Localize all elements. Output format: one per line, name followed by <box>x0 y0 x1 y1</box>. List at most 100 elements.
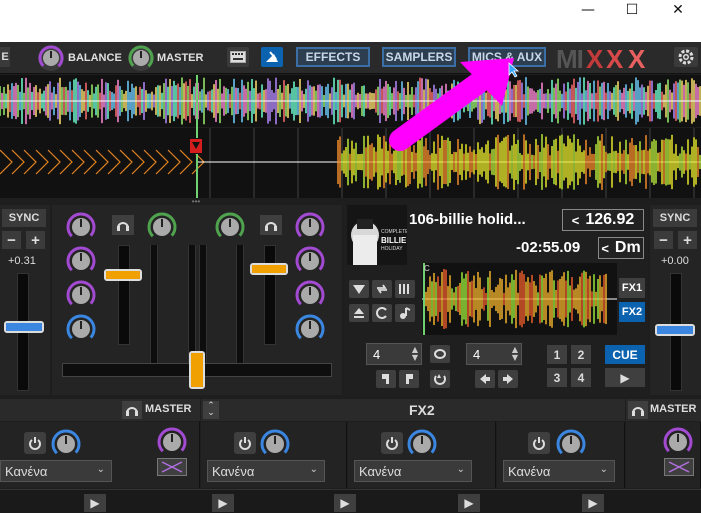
fx2-expand-icon[interactable]: ⌃ ⌄ <box>203 401 219 419</box>
fx2-slot2-power-icon[interactable] <box>381 432 403 454</box>
chevron-down-icon-3[interactable]: ⌄ <box>457 464 465 475</box>
repeat-icon[interactable] <box>372 280 392 298</box>
left-eq-high-knob[interactable] <box>65 245 97 277</box>
fx3-mix-knob[interactable] <box>662 426 694 458</box>
loop-out-icon[interactable] <box>399 370 419 388</box>
keyboard-icon[interactable] <box>227 47 249 67</box>
right-rate-up-button[interactable]: + <box>678 231 697 249</box>
left-volume-handle[interactable] <box>104 269 142 281</box>
sampler-play-button-2[interactable]: ▶ <box>212 494 234 512</box>
left-gain-knob[interactable] <box>65 211 97 243</box>
right-headphone-icon[interactable] <box>260 215 282 235</box>
master-knob[interactable] <box>128 45 154 71</box>
beatloop-size-spinbox[interactable]: 4 ▲ ▼ <box>366 343 422 365</box>
minimize-button[interactable]: — <box>565 0 611 20</box>
master-vu-meter-r <box>199 245 207 363</box>
bpm-display[interactable]: < 126.92 <box>562 209 644 231</box>
right-eq-low-knob[interactable] <box>294 313 326 345</box>
crossfader-handle[interactable] <box>189 351 205 389</box>
right-gain-knob[interactable] <box>294 211 326 243</box>
left-volume-track[interactable] <box>118 245 130 345</box>
key-display[interactable]: < Dm <box>598 237 644 259</box>
close-button[interactable]: ✕ <box>655 0 701 20</box>
left-rate-down-button[interactable]: − <box>2 231 21 249</box>
fx1-meta-knob[interactable] <box>50 428 82 460</box>
fx1-button[interactable]: FX1 <box>619 278 645 298</box>
left-headphone-icon[interactable] <box>112 215 134 235</box>
cue-marker[interactable] <box>189 138 203 154</box>
right-eq-mid-knob[interactable] <box>294 279 326 311</box>
fx2-slot3-power-icon[interactable] <box>528 432 550 454</box>
chevron-down-icon[interactable]: ⌄ <box>97 464 105 475</box>
master-balance-knob[interactable] <box>214 211 246 243</box>
left-rate-up-button[interactable]: + <box>26 231 45 249</box>
overview-waveform[interactable] <box>0 75 701 127</box>
beatjump-back-icon[interactable] <box>475 370 495 388</box>
fx1-master-label[interactable]: MASTER <box>145 403 191 415</box>
right-volume-track[interactable] <box>264 245 276 345</box>
fx1-mix-mode-icon[interactable] <box>157 458 187 476</box>
hotcue-1-button[interactable]: 1 <box>547 345 567 364</box>
fx2-slot1-effect-select[interactable]: Κανένα ⌄ <box>207 460 325 482</box>
bpm-tap-arrow[interactable]: < <box>572 213 580 228</box>
deck-waveform-overview[interactable]: C <box>422 263 617 335</box>
quantize-icon[interactable] <box>349 280 369 298</box>
loop-icon[interactable] <box>430 345 450 363</box>
fx3-mix-mode-icon[interactable] <box>664 458 694 476</box>
spin-arrows-icon-2[interactable]: ▲ ▼ <box>512 346 518 362</box>
fx1-power-icon[interactable] <box>24 432 46 454</box>
sampler-play-button-4[interactable]: ▶ <box>458 494 480 512</box>
hotcue-4-button[interactable]: 4 <box>571 368 591 387</box>
fx2-slot3-meta-knob[interactable] <box>555 428 587 460</box>
beatjump-size-spinbox[interactable]: 4 ▲ ▼ <box>466 343 522 365</box>
hotcue-2-button[interactable]: 2 <box>571 345 591 364</box>
toolbar-left-button[interactable]: E <box>0 47 10 67</box>
fx1-mix-knob[interactable] <box>156 426 188 458</box>
intro-waveform-segment <box>107 149 121 175</box>
spin-arrows-icon[interactable]: ▲ ▼ <box>412 346 418 362</box>
fx2-slot2-meta-knob[interactable] <box>406 428 438 460</box>
main-waveform[interactable] <box>0 128 701 198</box>
beatjump-forward-icon[interactable] <box>498 370 518 388</box>
master-gain-knob[interactable] <box>146 211 178 243</box>
left-pitch-slider-handle[interactable] <box>4 321 44 333</box>
effects-button[interactable]: EFFECTS <box>296 47 370 67</box>
fx2-slot3-effect-select[interactable]: Κανένα ⌄ <box>503 460 615 482</box>
fx1-headphone-icon[interactable] <box>122 401 142 419</box>
loop-in-icon[interactable] <box>376 370 396 388</box>
right-sync-button[interactable]: SYNC <box>653 209 697 227</box>
cue-button[interactable]: CUE <box>605 345 645 364</box>
eject-icon[interactable] <box>349 304 369 322</box>
fx3-master-label[interactable]: MASTER <box>650 403 696 415</box>
left-sync-button[interactable]: SYNC <box>2 209 46 227</box>
left-eq-low-knob[interactable] <box>65 313 97 345</box>
fx2-button[interactable]: FX2 <box>619 302 645 322</box>
right-eq-high-knob[interactable] <box>294 245 326 277</box>
key-arrow[interactable]: < <box>601 241 609 256</box>
maximize-button[interactable]: ☐ <box>609 0 655 20</box>
sampler-play-button-5[interactable]: ▶ <box>582 494 604 512</box>
album-cover[interactable]: COMPLETE BILLIE HOLIDAY <box>347 205 407 265</box>
fx2-slot2-effect-select[interactable]: Κανένα ⌄ <box>354 460 472 482</box>
fx3-headphone-icon[interactable] <box>628 401 648 419</box>
slip-mode-icon[interactable] <box>372 304 392 322</box>
sampler-play-button-1[interactable]: ▶ <box>84 494 106 512</box>
fx1-effect-select[interactable]: Κανένα ⌄ <box>0 460 112 482</box>
fx2-slot1-meta-knob[interactable] <box>259 428 291 460</box>
reloop-icon[interactable] <box>430 370 450 388</box>
left-eq-mid-knob[interactable] <box>65 279 97 311</box>
right-pitch-slider-handle[interactable] <box>655 324 695 336</box>
chevron-down-icon-2[interactable]: ⌄ <box>310 464 318 475</box>
keylock-icon[interactable] <box>395 304 415 322</box>
beatgrid-icon[interactable] <box>395 280 415 298</box>
play-button[interactable]: ▶ <box>605 368 645 387</box>
chevron-down-icon-4[interactable]: ⌄ <box>600 464 608 475</box>
fx2-slot1-power-icon[interactable] <box>234 432 256 454</box>
sampler-play-button-3[interactable]: ▶ <box>334 494 356 512</box>
vinyl-control-icon[interactable] <box>261 47 283 67</box>
gear-icon[interactable] <box>674 47 698 67</box>
right-volume-handle[interactable] <box>250 263 288 275</box>
right-rate-down-button[interactable]: − <box>654 231 673 249</box>
balance-knob[interactable] <box>38 45 64 71</box>
hotcue-3-button[interactable]: 3 <box>547 368 567 387</box>
